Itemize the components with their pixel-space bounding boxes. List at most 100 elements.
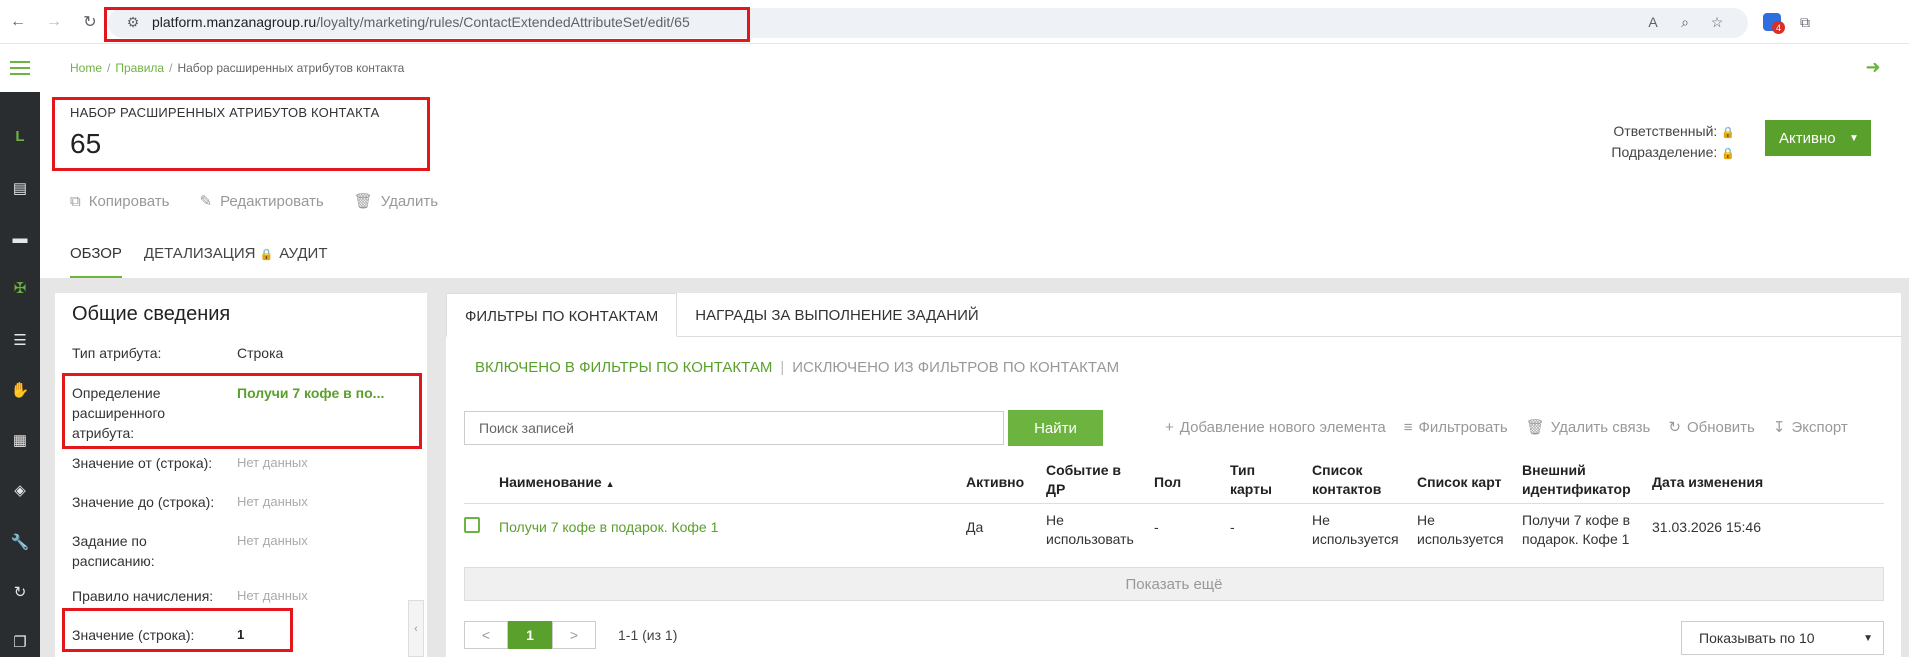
- layers-icon[interactable]: ◈: [0, 470, 40, 510]
- page-next-button[interactable]: >: [552, 621, 596, 649]
- subfilter-excluded[interactable]: ИСКЛЮЧЕНО ИЗ ФИЛЬТРОВ ПО КОНТАКТАМ: [792, 359, 1119, 376]
- page-current-button[interactable]: 1: [508, 621, 552, 649]
- row-name-link[interactable]: Получи 7 кофе в подарок. Кофе 1: [499, 518, 718, 537]
- tab-details-label: ДЕТАЛИЗАЦИЯ: [143, 245, 256, 262]
- caret-down-icon: ▼: [1863, 632, 1873, 644]
- page-tabs: ОБЗОР ДЕТАЛИЗАЦИЯ 🔒 АУДИТ: [70, 245, 350, 279]
- add-item-button[interactable]: + Добавление нового элемента: [1165, 418, 1386, 436]
- row-external-id: Получи 7 кофе в подарок. Кофе 1: [1522, 512, 1631, 547]
- bookmark-star-icon[interactable]: ☆: [1708, 13, 1726, 31]
- relations-panel: ФИЛЬТРЫ ПО КОНТАКТАМ НАГРАДЫ ЗА ВЫПОЛНЕН…: [446, 293, 1901, 657]
- find-button[interactable]: Найти: [1008, 410, 1103, 446]
- division-label: Подразделение:: [1611, 144, 1718, 160]
- edit-label: Редактировать: [220, 192, 324, 210]
- highlight-title: [52, 97, 430, 171]
- translate-icon[interactable]: А: [1644, 13, 1662, 31]
- documents-icon[interactable]: ☰: [0, 320, 40, 360]
- highlight-value: [62, 608, 293, 652]
- lock-icon: 🔒: [259, 249, 274, 261]
- wrench-icon[interactable]: 🔧: [0, 522, 40, 562]
- unlink-button[interactable]: 🗑 Удалить связь: [1526, 418, 1651, 437]
- delete-button[interactable]: 🗑 Удалить: [353, 192, 439, 211]
- cards-icon[interactable]: ▬: [0, 218, 40, 258]
- back-icon[interactable]: ←: [8, 12, 28, 32]
- col-card-list[interactable]: Список карт: [1417, 473, 1501, 492]
- zoom-icon[interactable]: ⌕: [1676, 13, 1694, 31]
- share-rules-icon[interactable]: ✠: [0, 268, 40, 308]
- copy-button[interactable]: ⧉ Копировать: [70, 192, 169, 210]
- menu-burger-icon[interactable]: [0, 44, 40, 92]
- refresh-button[interactable]: ↻ Обновить: [1668, 418, 1755, 437]
- col-card-type[interactable]: Тип карты: [1230, 461, 1280, 499]
- extension-badge: 4: [1772, 21, 1785, 34]
- search-input[interactable]: [464, 411, 1004, 445]
- tab-details[interactable]: ДЕТАЛИЗАЦИЯ 🔒: [144, 245, 273, 279]
- highlight-url: [104, 7, 750, 42]
- reload-icon[interactable]: ↻: [80, 12, 100, 32]
- row-value: Нет данных: [237, 455, 308, 470]
- add-item-label: Добавление нового элемента: [1179, 418, 1386, 436]
- extensions-puzzle-icon[interactable]: ⧉: [1796, 13, 1814, 31]
- status-label: Активно: [1779, 129, 1836, 147]
- grid-icon[interactable]: ▦: [0, 420, 40, 460]
- extension-icon[interactable]: 4: [1763, 13, 1785, 34]
- tab-contact-filters[interactable]: ФИЛЬТРЫ ПО КОНТАКТАМ: [446, 293, 678, 337]
- pencil-icon: ✎: [199, 193, 213, 210]
- sync-icon[interactable]: ↻: [0, 572, 40, 612]
- subfilter-included[interactable]: ВКЛЮЧЕНО В ФИЛЬТРЫ ПО КОНТАКТАМ: [475, 359, 772, 376]
- row-label: Значение от (строка):: [72, 455, 213, 471]
- refresh-icon: ↻: [1668, 419, 1681, 436]
- status-dropdown-button[interactable]: Активно ▼: [1765, 120, 1871, 156]
- tab-audit[interactable]: АУДИТ: [279, 245, 327, 279]
- delete-label: Удалить: [380, 192, 439, 210]
- contacts-icon[interactable]: ▤: [0, 168, 40, 208]
- row-label: Правило начисления:: [72, 588, 214, 604]
- collapse-panel-handle[interactable]: ‹: [408, 600, 424, 657]
- grid-actions: + Добавление нового элемента ≡ Фильтровать…: [1165, 418, 1848, 437]
- tab-overview[interactable]: ОБЗОР: [70, 245, 122, 279]
- filter-label: Фильтровать: [1418, 418, 1508, 436]
- sort-asc-icon: ▲: [605, 479, 615, 489]
- logout-icon[interactable]: ➜: [1862, 56, 1884, 78]
- general-info-panel: Общие сведения Тип атрибута: Строка Опре…: [55, 293, 427, 657]
- hand-icon[interactable]: ✋: [0, 370, 40, 410]
- filter-icon: ≡: [1403, 418, 1413, 436]
- col-contact-list[interactable]: Список контактов: [1312, 461, 1392, 499]
- panel-title: Общие сведения: [72, 303, 231, 325]
- row-checkbox[interactable]: [464, 517, 480, 533]
- col-name[interactable]: Наименование ▲: [499, 473, 615, 494]
- col-external-id[interactable]: Внешний идентификатор: [1522, 461, 1642, 499]
- sidebar-item-loyalty-icon[interactable]: L: [0, 116, 40, 156]
- trash-icon: 🗑: [353, 193, 373, 210]
- plus-icon: +: [1165, 418, 1174, 436]
- subfilter-switch: ВКЛЮЧЕНО В ФИЛЬТРЫ ПО КОНТАКТАМ | ИСКЛЮЧЕН…: [475, 359, 1120, 376]
- export-button[interactable]: ↧ Экспорт: [1773, 418, 1848, 437]
- lock-icon: 🔒: [1721, 148, 1735, 160]
- col-birthday[interactable]: Событие в ДР: [1046, 461, 1128, 499]
- row-birthday: Не использовать: [1046, 512, 1134, 547]
- edit-button[interactable]: ✎ Редактировать: [199, 192, 324, 211]
- per-page-select[interactable]: Показывать по 10 ▼: [1681, 621, 1884, 655]
- tab-task-rewards[interactable]: НАГРАДЫ ЗА ВЫПОЛНЕНИЕ ЗАДАНИЙ: [677, 293, 996, 337]
- app-sidebar: L ▤ ▬ ✠ ☰ ✋ ▦ ◈ 🔧 ↻ ❐: [0, 92, 40, 657]
- col-name-label: Наименование: [499, 474, 602, 490]
- row-label: Задание по расписанию:: [72, 533, 155, 569]
- files-icon[interactable]: ❐: [0, 622, 40, 657]
- row-label: Значение до (строка):: [72, 494, 215, 510]
- caret-down-icon: ▼: [1849, 132, 1859, 144]
- page-prev-button[interactable]: <: [464, 621, 508, 649]
- row-active: Да: [966, 519, 984, 535]
- row-value: Нет данных: [237, 588, 308, 603]
- chevron-left-icon: ‹: [414, 622, 418, 635]
- breadcrumb-rules[interactable]: Правила: [115, 61, 164, 75]
- show-more-button[interactable]: Показать ещё: [464, 567, 1884, 601]
- forward-icon[interactable]: →: [44, 12, 64, 32]
- filter-button[interactable]: ≡ Фильтровать: [1404, 418, 1508, 436]
- col-modified[interactable]: Дата изменения: [1652, 473, 1763, 492]
- col-active[interactable]: Активно: [966, 473, 1024, 492]
- col-gender[interactable]: Пол: [1154, 473, 1181, 492]
- breadcrumb-home[interactable]: Home: [70, 61, 102, 75]
- export-label: Экспорт: [1791, 418, 1848, 436]
- copy-icon: ⧉: [70, 192, 81, 210]
- pagination: < 1 >: [464, 621, 596, 649]
